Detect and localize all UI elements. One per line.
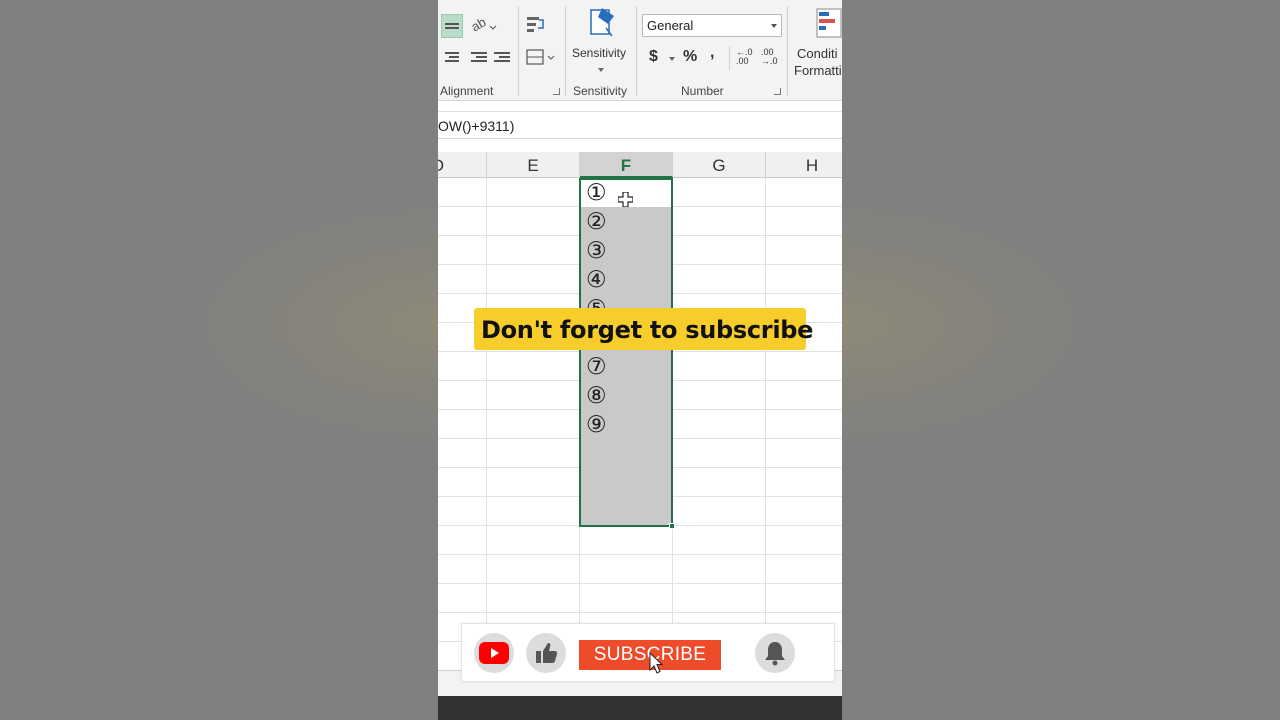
currency-dropdown-icon[interactable] bbox=[669, 57, 675, 61]
increase-decimal-button[interactable]: ←.0 .00 bbox=[736, 48, 756, 66]
styles-group: Conditi Formatti bbox=[788, 0, 842, 101]
number-format-value: General bbox=[647, 18, 694, 33]
cell-f1[interactable]: ① bbox=[586, 179, 607, 208]
conditional-formatting-icon[interactable] bbox=[816, 8, 842, 38]
number-format-dropdown[interactable]: General bbox=[642, 14, 782, 37]
column-header-e[interactable]: E bbox=[487, 152, 580, 178]
thumbs-up-icon bbox=[536, 643, 558, 663]
decrease-decimal-button[interactable]: .00 →.0 bbox=[761, 48, 781, 66]
cell-f4[interactable]: ④ bbox=[586, 266, 607, 295]
selected-range[interactable]: ① ② ③ ④ ⑤ ⑥ ⑦ ⑧ ⑨ bbox=[579, 178, 675, 529]
column-header-h[interactable]: H bbox=[766, 152, 842, 178]
cell-f8[interactable]: ⑧ bbox=[586, 382, 607, 411]
cell-f2[interactable]: ② bbox=[586, 208, 607, 237]
column-header-f[interactable]: F bbox=[580, 152, 673, 178]
pointer-cursor-icon bbox=[649, 652, 663, 674]
subscribe-reminder-banner: Don't forget to subscribe bbox=[474, 308, 813, 350]
conditional-formatting-label-1[interactable]: Conditi bbox=[797, 46, 837, 61]
conditional-formatting-label-2[interactable]: Formatti bbox=[794, 63, 842, 78]
comma-style-button[interactable]: , bbox=[710, 44, 714, 62]
ribbon: ab Alignment Sensitivity Sensitivity Gen… bbox=[438, 0, 842, 101]
youtube-icon bbox=[479, 642, 509, 664]
formula-text: OW()+9311) bbox=[438, 118, 515, 134]
fill-handle[interactable] bbox=[669, 523, 675, 529]
column-header-g[interactable]: G bbox=[673, 152, 766, 178]
bottom-strip bbox=[438, 696, 842, 720]
cross-cursor-icon bbox=[618, 192, 633, 207]
blurred-background-right bbox=[842, 0, 1280, 720]
column-headers: D E F G H bbox=[438, 152, 842, 178]
bell-icon bbox=[765, 642, 785, 666]
notification-button[interactable] bbox=[755, 633, 795, 673]
cell-f7[interactable]: ⑦ bbox=[586, 353, 607, 382]
chevron-down-icon bbox=[771, 24, 777, 28]
number-group-label: Number bbox=[681, 84, 724, 98]
cell-f9[interactable]: ⑨ bbox=[586, 411, 607, 440]
blurred-background-left bbox=[0, 0, 438, 720]
like-button[interactable] bbox=[526, 633, 566, 673]
youtube-button[interactable] bbox=[474, 633, 514, 673]
column-header-d[interactable]: D bbox=[438, 152, 487, 178]
video-frame: ab Alignment Sensitivity Sensitivity Gen… bbox=[438, 0, 842, 720]
formula-bar[interactable]: OW()+9311) bbox=[438, 111, 842, 139]
spreadsheet-grid[interactable]: D E F G H ① ② ③ ④ ⑤ bbox=[438, 152, 842, 670]
number-dialog-launcher[interactable] bbox=[774, 88, 781, 95]
percent-button[interactable]: % bbox=[683, 48, 697, 66]
cell-f3[interactable]: ③ bbox=[586, 237, 607, 266]
number-group: General $ % , ←.0 .00 .00 →.0 Number bbox=[438, 0, 842, 101]
currency-button[interactable]: $ bbox=[649, 48, 658, 66]
subscribe-overlay: SUBSCRIBE bbox=[461, 623, 835, 682]
